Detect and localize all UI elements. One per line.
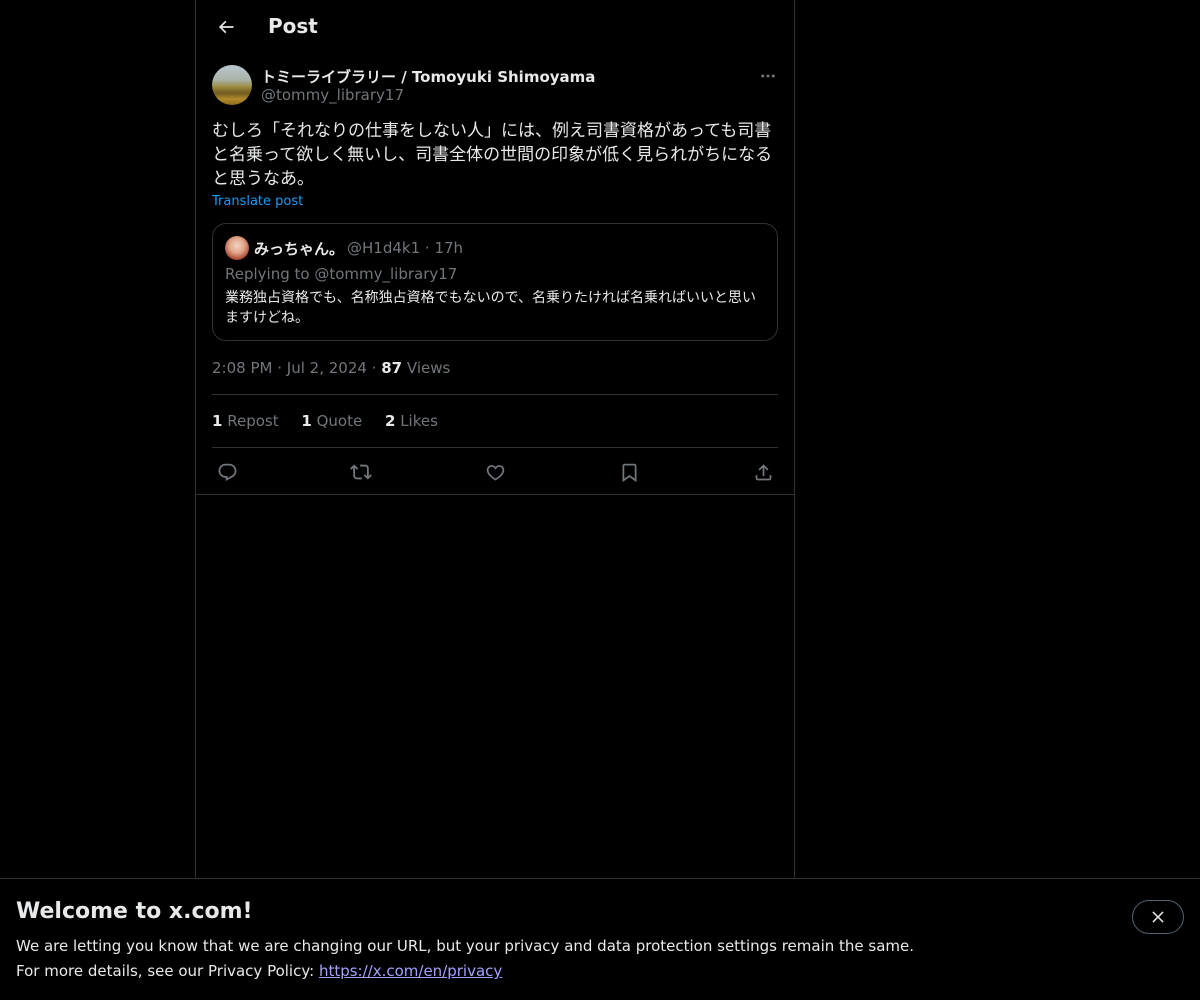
post-author: トミーライブラリー / Tomoyuki Shimoyama @tommy_li…: [196, 64, 794, 116]
views-count: 87: [381, 359, 403, 377]
likes-stat[interactable]: 2 Likes: [385, 412, 438, 430]
more-icon: [761, 74, 775, 78]
post-text: むしろ「それなりの仕事をしない人」には、例え司書資格があっても司書と名乗って欲し…: [212, 121, 773, 189]
back-button[interactable]: [208, 9, 244, 45]
author-avatar[interactable]: [212, 65, 252, 105]
close-icon: [1152, 911, 1164, 923]
share-button[interactable]: [748, 457, 778, 487]
quote-author-name: みっちゃん。: [254, 240, 345, 258]
arrow-left-icon: [218, 20, 234, 34]
reposts-stat[interactable]: 1 Repost: [212, 412, 279, 430]
likes-label: Likes: [400, 412, 438, 430]
quote-replying-to: Replying to @tommy_library17: [225, 265, 458, 283]
bookmark-icon: [622, 463, 636, 482]
author-handle[interactable]: @tommy_library17: [261, 86, 404, 104]
divider: [212, 394, 778, 395]
separator-dot: ·: [371, 359, 382, 377]
bookmark-button[interactable]: [614, 457, 644, 487]
post-stats: 1 Repost 1 Quote 2 Likes: [212, 412, 456, 430]
divider: [212, 447, 778, 448]
main-column: Post トミーライブラリー / Tomoyuki Shimoyama @tom…: [195, 0, 795, 880]
divider: [196, 494, 794, 495]
page-header: Post: [196, 0, 794, 54]
quotes-count: 1: [301, 412, 312, 430]
likes-count: 2: [384, 412, 396, 430]
reply-button[interactable]: [212, 457, 242, 487]
page-title: Post: [268, 14, 318, 38]
quotes-label: Quote: [316, 412, 363, 430]
banner-title: Welcome to x.com!: [16, 899, 253, 924]
post-date[interactable]: Jul 2, 2024: [287, 359, 367, 377]
translate-post-link[interactable]: Translate post: [212, 194, 303, 209]
banner-privacy-prefix: For more details, see our Privacy Policy…: [16, 962, 319, 980]
quote-avatar: [225, 236, 249, 260]
quoted-post[interactable]: みっちゃん。 @H1d4k1 · 17h Replying to @tommy_…: [212, 223, 778, 341]
repost-icon: [350, 464, 372, 480]
views-label: Views: [406, 359, 451, 377]
reposts-count: 1: [212, 412, 223, 430]
post-actions: [212, 456, 778, 488]
more-options-button[interactable]: [754, 64, 782, 88]
quote-author-handle: @H1d4k1: [347, 239, 421, 257]
banner-message: We are letting you know that we are chan…: [16, 937, 915, 955]
quote-text: 業務独占資格でも、名称独占資格でもないので、名乗りたければ名乗ればいいと思います…: [225, 290, 757, 326]
post-timestamp: 2:08 PM · Jul 2, 2024 · 87 Views: [212, 359, 450, 377]
quotes-stat[interactable]: 1 Quote: [301, 412, 362, 430]
like-icon: [486, 464, 504, 481]
post-time[interactable]: 2:08 PM: [212, 359, 272, 377]
welcome-banner: Welcome to x.com! We are letting you kno…: [0, 878, 1200, 1000]
repost-button[interactable]: [346, 457, 376, 487]
quote-age: 17h: [434, 239, 464, 257]
reposts-label: Repost: [227, 412, 279, 430]
separator-dot: ·: [277, 359, 287, 377]
privacy-policy-link[interactable]: https://x.com/en/privacy: [319, 962, 502, 980]
banner-privacy-note: For more details, see our Privacy Policy…: [16, 962, 502, 980]
close-banner-button[interactable]: [1132, 900, 1184, 934]
author-name[interactable]: トミーライブラリー / Tomoyuki Shimoyama: [261, 66, 595, 87]
share-icon: [755, 463, 771, 480]
like-button[interactable]: [480, 457, 510, 487]
quote-meta: @H1d4k1 · 17h: [347, 239, 463, 257]
reply-icon: [218, 463, 236, 481]
